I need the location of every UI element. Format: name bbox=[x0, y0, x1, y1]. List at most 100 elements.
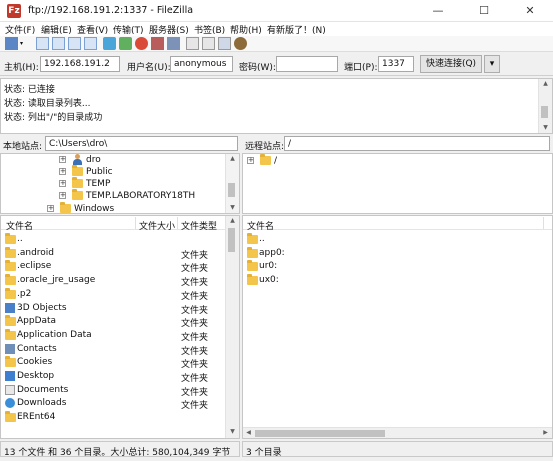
log-scrollbar[interactable]: ▲ ▼ bbox=[538, 79, 552, 133]
local-file-list-header: 文件名 文件大小 文件类型 bbox=[1, 216, 225, 232]
file-row[interactable]: Cookies 文件夹 bbox=[1, 356, 225, 370]
refresh-icon[interactable] bbox=[103, 37, 116, 50]
port-input[interactable]: 1337 bbox=[378, 56, 414, 72]
quickconnect-dropdown-button[interactable]: ▾ bbox=[484, 55, 500, 73]
local-file-scrollbar[interactable]: ▲ ▼ bbox=[225, 216, 239, 438]
file-type: 文件夹 bbox=[181, 332, 209, 343]
file-name: 3D Objects bbox=[17, 302, 67, 313]
menu-view[interactable]: 查看(V) bbox=[77, 23, 108, 36]
minimize-button[interactable]: — bbox=[415, 0, 461, 22]
local-tree-scrollbar[interactable]: ▲ ▼ bbox=[225, 154, 239, 213]
expand-icon[interactable]: + bbox=[47, 205, 54, 212]
host-input[interactable]: 192.168.191.2 bbox=[40, 56, 120, 72]
expand-icon[interactable]: + bbox=[59, 168, 66, 175]
scrollbar-thumb[interactable] bbox=[228, 228, 235, 252]
file-row[interactable]: app0: bbox=[243, 246, 543, 260]
file-row[interactable]: .eclipse 文件夹 bbox=[1, 260, 225, 275]
file-name: Application Data bbox=[17, 329, 92, 340]
menu-transfer[interactable]: 传输(T) bbox=[113, 23, 144, 36]
maximize-button[interactable]: ☐ bbox=[461, 0, 507, 22]
expand-icon[interactable]: + bbox=[59, 180, 66, 187]
scroll-up-icon[interactable]: ▲ bbox=[227, 216, 238, 226]
file-type: 文件夹 bbox=[181, 264, 209, 275]
file-row[interactable]: Downloads 文件夹 bbox=[1, 397, 225, 411]
directory-listing-filter-icon[interactable] bbox=[186, 37, 199, 50]
disconnect-icon[interactable] bbox=[151, 37, 164, 50]
file-name: .eclipse bbox=[17, 261, 52, 272]
folder-icon bbox=[5, 287, 16, 299]
folder-icon bbox=[5, 233, 16, 244]
reconnect-icon[interactable] bbox=[167, 37, 180, 50]
toggle-sync-browsing-icon[interactable] bbox=[202, 37, 215, 50]
password-label: 密码(W): bbox=[239, 63, 276, 73]
folder-icon bbox=[72, 189, 83, 200]
folder-icon bbox=[5, 246, 16, 258]
column-header-type[interactable]: 文件类型 bbox=[181, 219, 217, 232]
file-name: .p2 bbox=[17, 288, 32, 299]
column-header-size[interactable]: 文件大小 bbox=[139, 219, 175, 232]
file-row[interactable]: Documents 文件夹 bbox=[1, 384, 225, 398]
quickconnect-button[interactable]: 快速连接(Q) bbox=[420, 55, 482, 73]
file-row[interactable]: Contacts 文件夹 bbox=[1, 343, 225, 357]
scroll-down-icon[interactable]: ▼ bbox=[540, 123, 551, 133]
file-row[interactable]: 3D Objects 文件夹 bbox=[1, 302, 225, 316]
menu-server[interactable]: 服务器(S) bbox=[149, 23, 189, 36]
file-name: ux0: bbox=[259, 275, 279, 286]
toggle-log-icon[interactable] bbox=[36, 37, 49, 50]
local-directory-tree: + dro + Public + TEMP + TEMP.LABORATORY1… bbox=[0, 153, 240, 214]
expand-icon[interactable]: + bbox=[59, 192, 66, 199]
remote-file-list: 文件名 .. app0: ur0: ux0: ◀ ▶ bbox=[242, 215, 553, 439]
scroll-left-icon[interactable]: ◀ bbox=[243, 428, 254, 438]
local-path-input[interactable]: C:\Users\dro\ bbox=[45, 136, 238, 151]
column-header-name[interactable]: 文件名 bbox=[247, 219, 274, 232]
menu-bookmarks[interactable]: 书签(B) bbox=[194, 23, 225, 36]
scroll-up-icon[interactable]: ▲ bbox=[227, 154, 238, 164]
file-type: 文件夹 bbox=[181, 346, 209, 357]
toolbar: ▾ bbox=[0, 36, 553, 52]
scroll-right-icon[interactable]: ▶ bbox=[540, 428, 551, 438]
folder-icon bbox=[60, 202, 71, 213]
cancel-operation-icon[interactable] bbox=[135, 37, 148, 50]
file-name: Documents bbox=[17, 384, 69, 395]
file-row[interactable]: .. bbox=[243, 233, 543, 246]
scrollbar-thumb[interactable] bbox=[228, 183, 235, 197]
remote-path-input[interactable]: / bbox=[284, 136, 550, 151]
file-row[interactable]: .p2 文件夹 bbox=[1, 287, 225, 302]
folder-icon bbox=[5, 260, 16, 272]
file-row[interactable]: ux0: bbox=[243, 274, 543, 287]
menu-file[interactable]: 文件(F) bbox=[5, 23, 35, 36]
remote-file-hscrollbar[interactable]: ◀ ▶ bbox=[243, 427, 552, 438]
file-row[interactable]: .android 文件夹 bbox=[1, 246, 225, 261]
file-row[interactable]: EREnt64 bbox=[1, 411, 225, 424]
downloads-folder-icon bbox=[5, 398, 15, 409]
toggle-remote-tree-icon[interactable] bbox=[68, 37, 81, 50]
expand-icon[interactable]: + bbox=[59, 156, 66, 163]
scroll-down-icon[interactable]: ▼ bbox=[227, 427, 238, 437]
username-input[interactable]: anonymous bbox=[170, 56, 233, 72]
password-input[interactable] bbox=[276, 56, 338, 72]
scrollbar-thumb[interactable] bbox=[255, 430, 385, 437]
column-header-name[interactable]: 文件名 bbox=[6, 219, 33, 232]
file-row[interactable]: ur0: bbox=[243, 260, 543, 273]
file-row[interactable]: Desktop 文件夹 bbox=[1, 370, 225, 384]
file-row[interactable]: .oracle_jre_usage 文件夹 bbox=[1, 274, 225, 288]
file-row[interactable]: .. bbox=[1, 233, 225, 246]
site-manager-dropdown-icon[interactable]: ▾ bbox=[20, 37, 26, 50]
file-row[interactable]: Application Data 文件夹 bbox=[1, 328, 225, 343]
scroll-down-icon[interactable]: ▼ bbox=[227, 203, 238, 213]
search-remote-icon[interactable] bbox=[234, 37, 247, 50]
expand-icon[interactable]: + bbox=[247, 157, 254, 164]
menu-edit[interactable]: 编辑(E) bbox=[41, 23, 72, 36]
directory-compare-icon[interactable] bbox=[218, 37, 231, 50]
process-queue-icon[interactable] bbox=[119, 37, 132, 50]
toggle-local-tree-icon[interactable] bbox=[52, 37, 65, 50]
close-button[interactable]: ✕ bbox=[507, 0, 553, 22]
menu-update[interactable]: 有新版了！(N) bbox=[267, 23, 326, 36]
toggle-queue-icon[interactable] bbox=[84, 37, 97, 50]
title-bar: Fz ftp://192.168.191.2:1337 - FileZilla … bbox=[0, 0, 553, 22]
site-manager-icon[interactable] bbox=[5, 37, 18, 50]
menu-help[interactable]: 帮助(H) bbox=[230, 23, 262, 36]
file-row[interactable]: AppData 文件夹 bbox=[1, 315, 225, 329]
scroll-up-icon[interactable]: ▲ bbox=[540, 79, 551, 89]
scrollbar-thumb[interactable] bbox=[541, 106, 548, 118]
